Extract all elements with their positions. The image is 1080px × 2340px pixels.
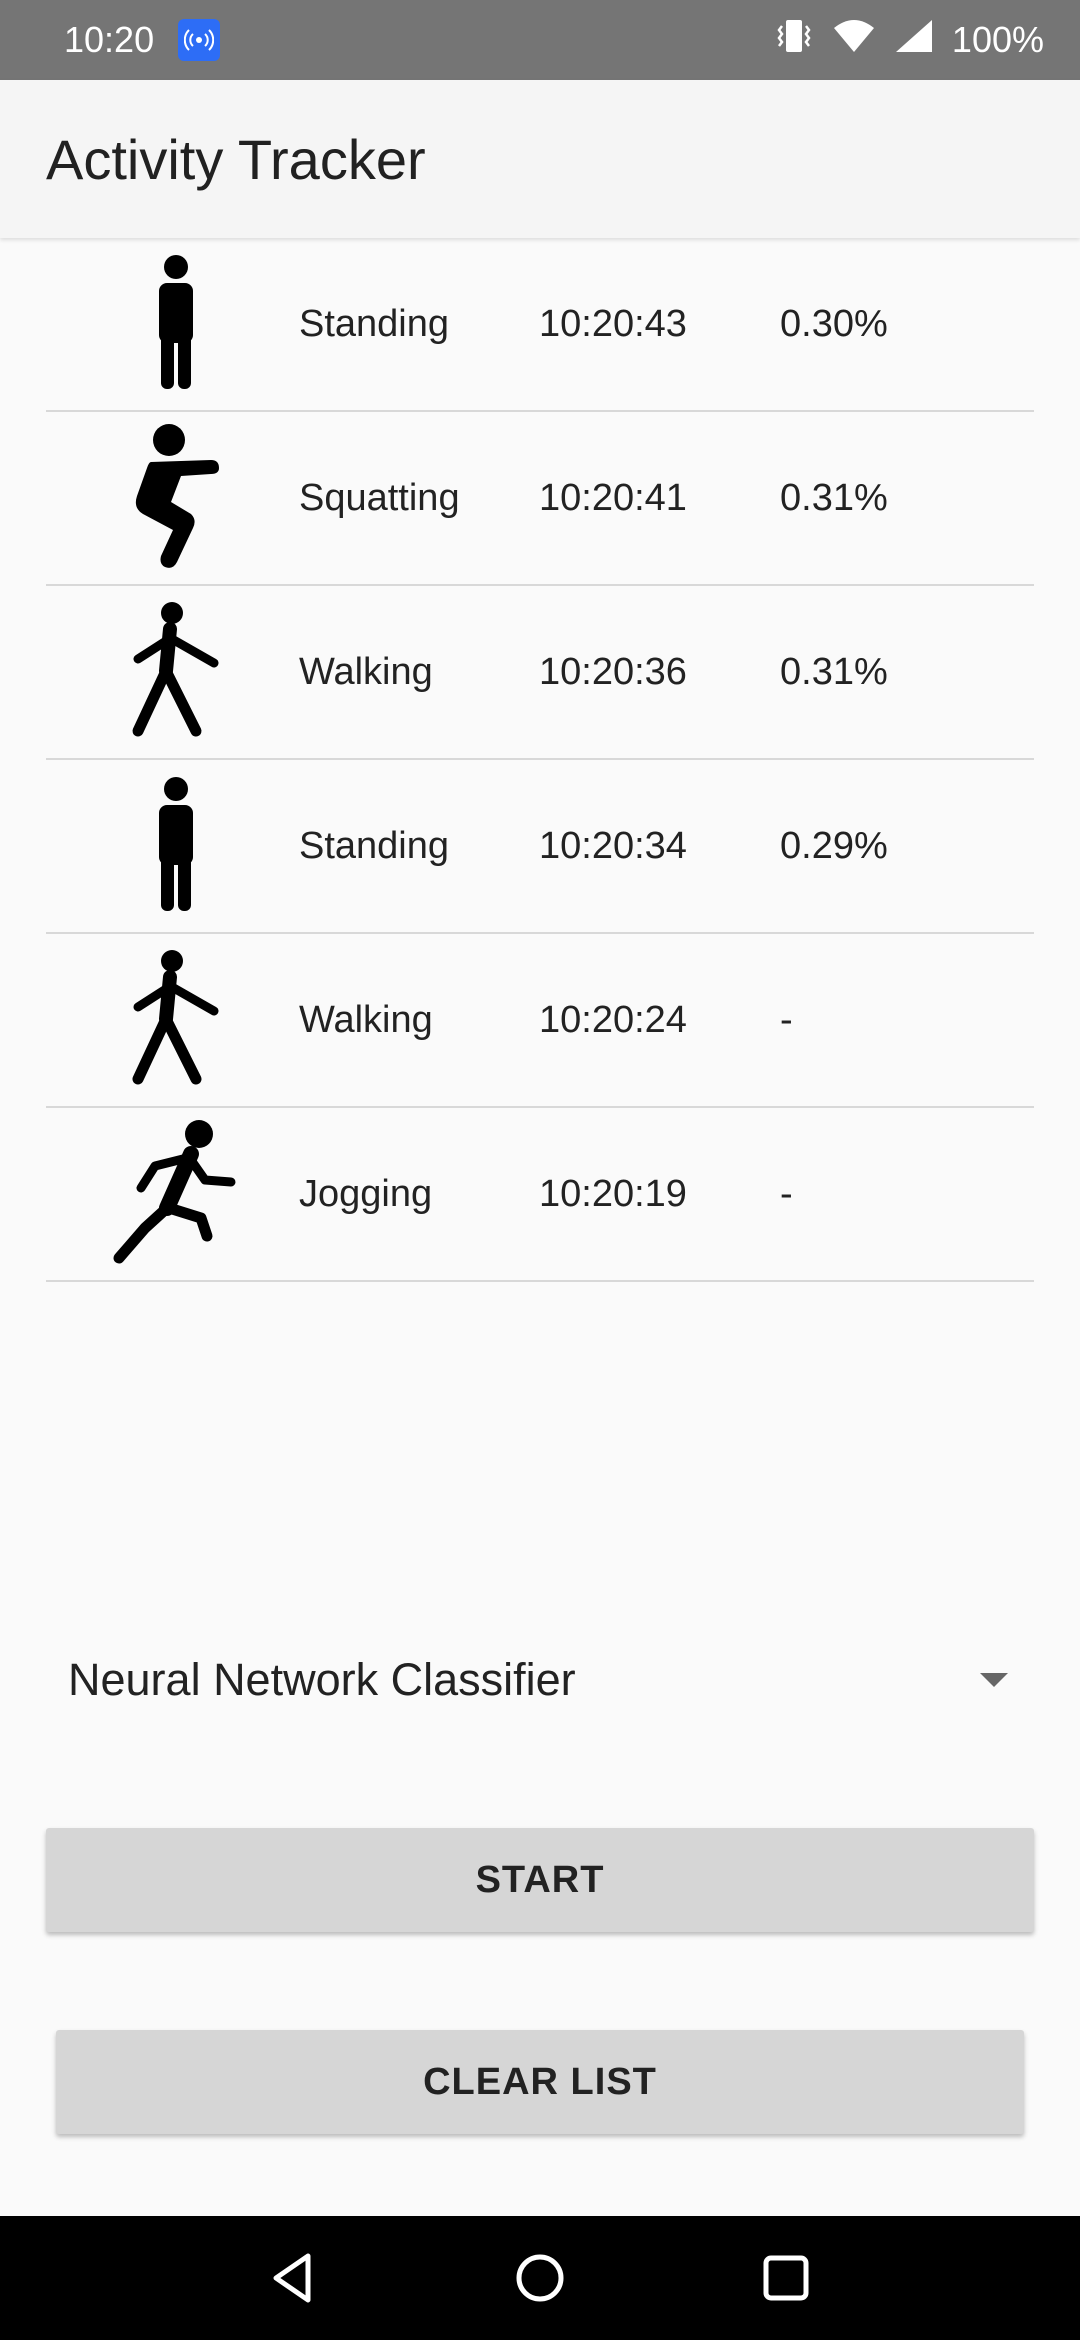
activity-time: 10:20:43: [539, 302, 687, 345]
list-item[interactable]: Squatting 10:20:41 0.31%: [46, 412, 1034, 586]
activity-time: 10:20:36: [539, 650, 687, 693]
activity-value: 0.31%: [780, 650, 888, 693]
signal-icon: [894, 18, 934, 63]
activity-value: 0.30%: [780, 302, 888, 345]
classifier-selected: Neural Network Classifier: [68, 1654, 576, 1705]
activity-value: -: [780, 1172, 793, 1215]
status-time: 10:20: [64, 19, 155, 60]
activity-time: 10:20:19: [539, 1172, 687, 1215]
standing-icon: [106, 770, 246, 920]
activity-name: Walking: [299, 998, 433, 1041]
back-icon[interactable]: [262, 2246, 326, 2310]
activity-value: 0.29%: [780, 824, 888, 867]
list-item[interactable]: Walking 10:20:24 -: [46, 934, 1034, 1108]
standing-icon: [106, 248, 246, 398]
activity-name: Squatting: [299, 476, 460, 519]
activity-name: Walking: [299, 650, 433, 693]
status-left: 10:20: [64, 19, 221, 61]
activity-time: 10:20:34: [539, 824, 687, 867]
status-right: 100%: [774, 18, 1044, 63]
activity-list[interactable]: Standing 10:20:43 0.30% Squatting 10:20:…: [46, 238, 1034, 1282]
classifier-dropdown[interactable]: Neural Network Classifier: [68, 1640, 1008, 1720]
squatting-icon: [106, 422, 246, 572]
recents-icon[interactable]: [754, 2246, 818, 2310]
list-item[interactable]: Walking 10:20:36 0.31%: [46, 586, 1034, 760]
walking-icon: [106, 596, 246, 746]
activity-value: -: [780, 998, 793, 1041]
dropdown-arrow-icon: [980, 1673, 1008, 1687]
vibrate-icon: [774, 18, 814, 63]
clear-list-button[interactable]: CLEAR LIST: [56, 2030, 1024, 2134]
list-item[interactable]: Standing 10:20:43 0.30%: [46, 238, 1034, 412]
cast-icon: [178, 19, 221, 61]
navigation-bar: [0, 2216, 1080, 2340]
list-item[interactable]: Jogging 10:20:19 -: [46, 1108, 1034, 1282]
start-button[interactable]: START: [46, 1828, 1034, 1932]
activity-name: Standing: [299, 302, 450, 345]
page-title: Activity Tracker: [46, 127, 426, 191]
list-item[interactable]: Standing 10:20:34 0.29%: [46, 760, 1034, 934]
home-icon[interactable]: [508, 2246, 572, 2310]
wifi-icon: [832, 18, 876, 63]
activity-name: Jogging: [299, 1172, 433, 1215]
activity-name: Standing: [299, 824, 450, 867]
walking-icon: [106, 944, 246, 1094]
activity-time: 10:20:24: [539, 998, 687, 1041]
battery-level: 100%: [951, 19, 1044, 60]
activity-time: 10:20:41: [539, 476, 687, 519]
status-bar: 10:20 100%: [0, 0, 1080, 80]
app-bar: Activity Tracker: [0, 80, 1080, 238]
jogging-icon: [106, 1118, 246, 1268]
activity-value: 0.31%: [780, 476, 888, 519]
